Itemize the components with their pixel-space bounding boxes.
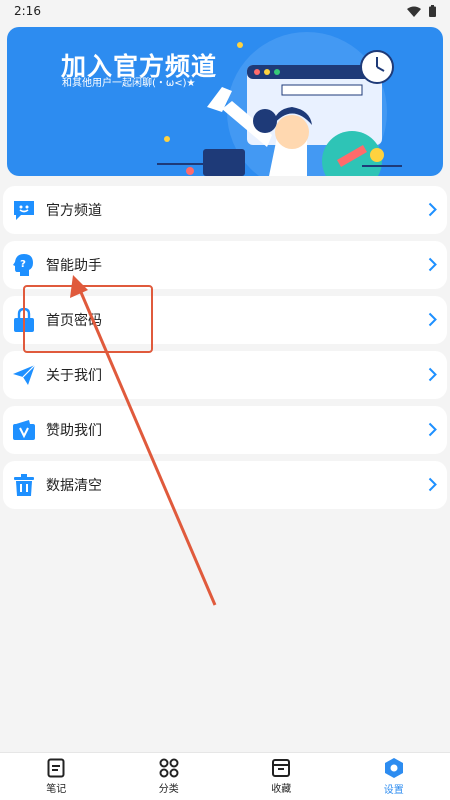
menu-label: 赞助我们 — [46, 423, 102, 439]
official-channel-banner[interactable]: 加入官方频道 和其他用户一起闲聊(・ω<)★ — [7, 27, 443, 176]
annotation-highlight-box — [23, 285, 153, 353]
menu-label: 数据清空 — [46, 478, 102, 494]
nav-label: 收藏 — [271, 784, 292, 795]
menu-label: 关于我们 — [46, 368, 102, 384]
grid-circles-icon — [159, 758, 179, 778]
chevron-right-icon — [428, 422, 437, 437]
status-bar: 2:16 — [0, 0, 450, 22]
nav-label: 笔记 — [46, 784, 67, 795]
chevron-right-icon — [428, 477, 437, 492]
hexagon-settings-icon — [384, 758, 403, 778]
box-icon — [272, 759, 291, 777]
battery-icon — [429, 5, 436, 17]
nav-tab-favorites[interactable]: 收藏 — [225, 753, 338, 800]
chevron-right-icon — [428, 257, 437, 272]
nav-label: 设置 — [383, 785, 404, 796]
banner-subtitle: 和其他用户一起闲聊(・ω<)★ — [62, 78, 196, 89]
nav-tab-settings[interactable]: 设置 — [338, 753, 450, 800]
bottom-nav: 笔记 分类 收藏 设置 — [0, 752, 450, 800]
menu-item-smart-assistant[interactable]: ? 智能助手 — [3, 241, 447, 289]
trash-icon — [11, 472, 37, 498]
chevron-right-icon — [428, 312, 437, 327]
menu-label: 智能助手 — [46, 258, 102, 274]
ai-head-icon: ? — [11, 252, 37, 278]
status-icons — [407, 5, 436, 17]
menu-label: 官方频道 — [46, 203, 102, 219]
wallet-v-icon — [11, 417, 37, 443]
nav-tab-categories[interactable]: 分类 — [113, 753, 226, 800]
note-icon — [47, 758, 65, 778]
menu-item-clear-data[interactable]: 数据清空 — [3, 461, 447, 509]
nav-tab-notes[interactable]: 笔记 — [0, 753, 113, 800]
chevron-right-icon — [428, 202, 437, 217]
svg-text:?: ? — [20, 259, 26, 270]
menu-item-official-channel[interactable]: 官方频道 — [3, 186, 447, 234]
chat-smile-icon — [11, 197, 37, 223]
menu-item-about-us[interactable]: 关于我们 — [3, 351, 447, 399]
chevron-right-icon — [428, 367, 437, 382]
menu-item-sponsor-us[interactable]: 赞助我们 — [3, 406, 447, 454]
paper-plane-icon — [11, 362, 37, 388]
nav-label: 分类 — [158, 784, 179, 795]
wifi-icon — [407, 6, 421, 17]
status-time: 2:16 — [14, 4, 41, 18]
